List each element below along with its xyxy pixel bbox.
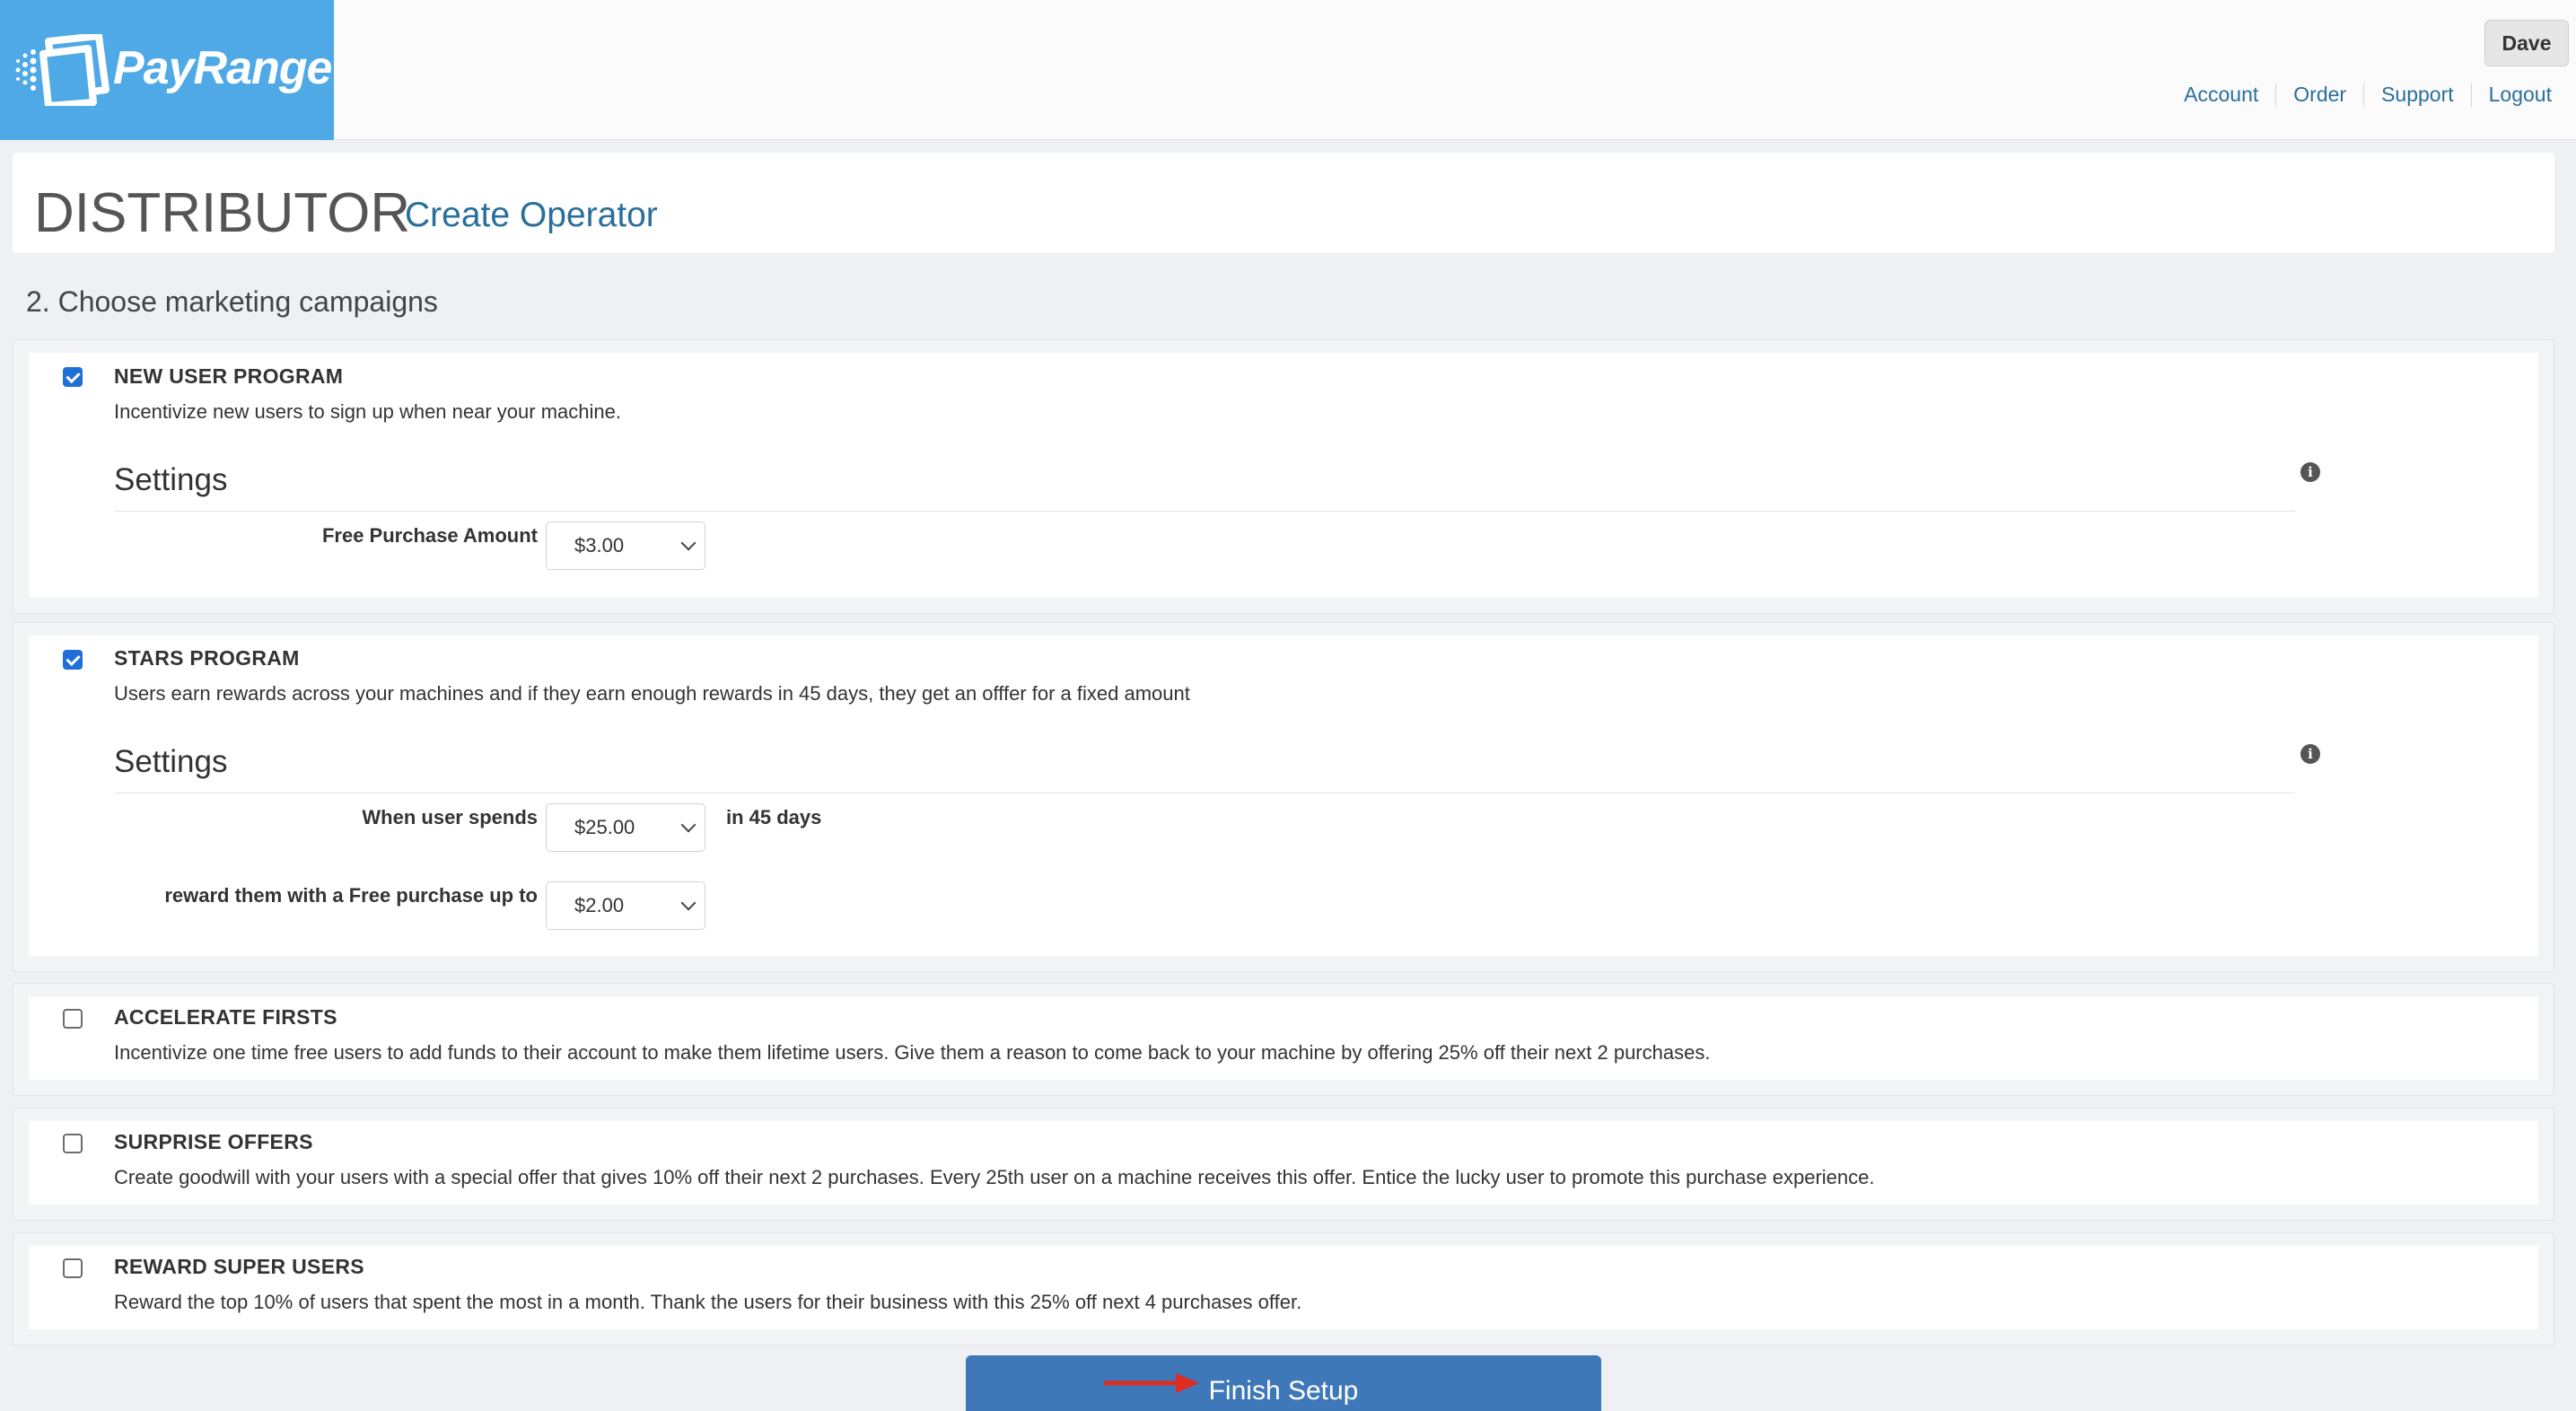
campaign-title: STARS PROGRAM (114, 646, 300, 670)
nav-link-account[interactable]: Account (2167, 83, 2275, 107)
nav-link-support[interactable]: Support (2364, 83, 2471, 107)
select-value: $2.00 (574, 894, 625, 916)
brand-name: PayRange (113, 42, 332, 94)
campaign-title: SURPRISE OFFERS (114, 1130, 313, 1153)
brand-logo[interactable]: PayRange (0, 0, 334, 140)
campaign-description: Incentivize new users to sign up when ne… (114, 400, 621, 423)
payrange-logo-icon (15, 34, 110, 106)
free-purchase-amount-select[interactable]: $3.00 (546, 521, 705, 570)
campaign-checkbox-reward-super-users[interactable] (63, 1258, 83, 1278)
campaign-card-body (29, 1121, 2538, 1205)
campaign-description: Incentivize one time free users to add f… (114, 1041, 1711, 1064)
nav-link-order[interactable]: Order (2276, 83, 2363, 107)
annotation-arrow-icon (1104, 1373, 1199, 1393)
select-value: $25.00 (574, 816, 635, 838)
campaign-checkbox-new-user[interactable] (63, 367, 83, 387)
campaign-card-surprise-offers: SURPRISE OFFERS Create goodwill with you… (13, 1108, 2554, 1221)
step-heading: 2. Choose marketing campaigns (26, 285, 438, 318)
campaign-title: REWARD SUPER USERS (114, 1255, 364, 1278)
settings-heading: Settings (114, 462, 2295, 512)
campaign-card-body (29, 1246, 2538, 1329)
campaign-card-accelerate-firsts: ACCELERATE FIRSTS Incentivize one time f… (13, 983, 2554, 1096)
field-suffix: in 45 days (726, 806, 822, 828)
top-nav: Account Order Support Logout (2167, 83, 2569, 107)
page-subtitle: Create Operator (405, 196, 658, 234)
campaign-description: Reward the top 10% of users that spent t… (114, 1291, 1302, 1313)
campaign-title: ACCELERATE FIRSTS (114, 1005, 337, 1029)
info-icon[interactable]: i (2300, 462, 2320, 482)
info-icon[interactable]: i (2300, 744, 2320, 764)
field-label-free-purchase-amount: Free Purchase Amount (321, 524, 538, 547)
campaign-checkbox-stars[interactable] (63, 650, 83, 670)
field-label-when-user-spends: When user spends (362, 806, 538, 828)
finish-setup-label: Finish Setup (1208, 1376, 1359, 1406)
chevron-down-icon (680, 895, 697, 911)
field-label-reward: reward them with a Free purchase up to (164, 884, 538, 907)
campaign-card-reward-super-users: REWARD SUPER USERS Reward the top 10% of… (13, 1232, 2554, 1345)
campaign-card-stars: STARS PROGRAM Users earn rewards across … (13, 622, 2554, 972)
campaign-checkbox-accelerate-firsts[interactable] (63, 1009, 83, 1029)
reward-amount-select[interactable]: $2.00 (546, 881, 705, 930)
finish-setup-button[interactable]: Finish Setup (966, 1355, 1601, 1411)
top-header: PayRange Dave Account Order Support Logo… (0, 0, 2576, 140)
chevron-down-icon (680, 817, 697, 833)
nav-link-logout[interactable]: Logout (2472, 83, 2569, 107)
campaign-description: Users earn rewards across your machines … (114, 682, 1190, 705)
chevron-down-icon (680, 535, 697, 551)
page-title: DISTRIBUTOR (34, 182, 411, 244)
campaign-card-body (29, 996, 2538, 1080)
campaign-card-new-user: NEW USER PROGRAM Incentivize new users t… (13, 339, 2554, 614)
spend-threshold-select[interactable]: $25.00 (546, 803, 705, 852)
settings-heading: Settings (114, 744, 2295, 793)
page-title-panel: DISTRIBUTOR Create Operator (13, 153, 2554, 253)
campaign-description: Create goodwill with your users with a s… (114, 1166, 1875, 1188)
campaign-checkbox-surprise-offers[interactable] (63, 1134, 83, 1153)
select-value: $3.00 (574, 534, 625, 557)
user-menu-button[interactable]: Dave (2484, 20, 2569, 66)
campaign-title: NEW USER PROGRAM (114, 364, 344, 388)
